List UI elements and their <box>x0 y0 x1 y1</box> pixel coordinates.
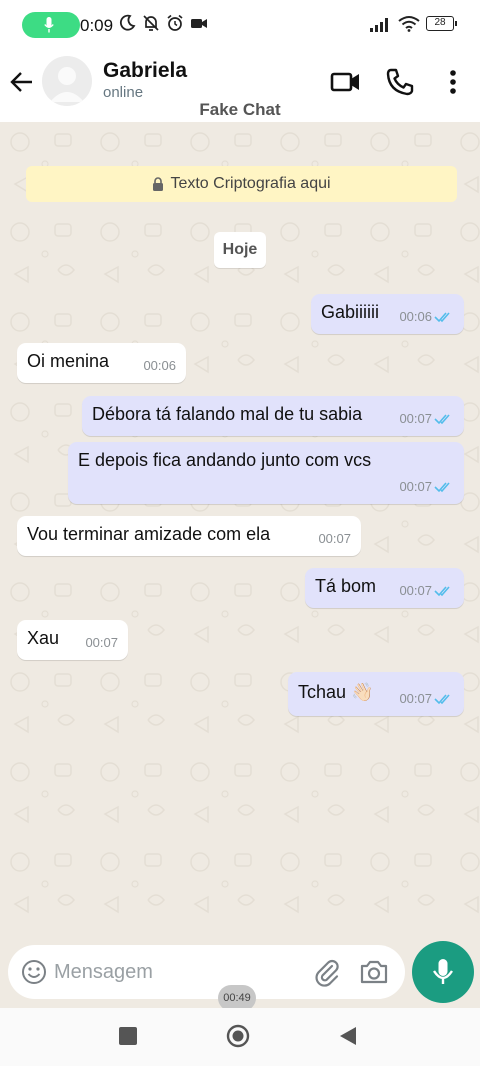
voice-message-button[interactable] <box>412 941 474 1003</box>
message-text: Gabiiiiii <box>321 302 380 322</box>
message-time: 00:06 <box>143 358 176 373</box>
message-outgoing[interactable]: E depois fica andando junto com vcs 00:0… <box>68 442 464 504</box>
chat-area[interactable]: Texto Criptografia aqui Hoje Gabiiiiii 0… <box>0 122 480 942</box>
message-incoming[interactable]: Vou terminar amizade com ela 00:07 <box>17 516 361 556</box>
double-check-read-icon <box>434 482 450 493</box>
lock-icon <box>153 177 164 191</box>
message-time: 00:07 <box>85 635 118 650</box>
back-arrow-icon[interactable] <box>8 68 36 96</box>
message-time: 00:07 <box>399 479 432 494</box>
message-time: 00:07 <box>399 583 432 598</box>
encryption-notice-text: Texto Criptografia aqui <box>170 175 331 192</box>
wifi-icon <box>398 16 420 32</box>
message-input[interactable] <box>54 959 294 985</box>
double-check-read-icon <box>434 312 450 323</box>
system-navigation-bar <box>0 1008 480 1066</box>
contact-status: online <box>103 84 144 101</box>
status-bar: 0:09 28 <box>0 0 480 50</box>
camera-icon[interactable] <box>359 958 389 986</box>
message-composer <box>8 945 405 999</box>
video-record-icon <box>191 19 207 28</box>
message-text: E depois fica andando junto com vcs <box>78 450 372 470</box>
signal-icon <box>370 17 388 32</box>
message-incoming[interactable]: Xau 00:07 <box>17 620 128 660</box>
home-button[interactable] <box>226 1024 250 1048</box>
recent-apps-button[interactable] <box>119 1027 137 1045</box>
mic-icon <box>44 17 54 33</box>
contact-name[interactable]: Gabriela <box>103 59 187 83</box>
app-title: Fake Chat <box>199 100 281 119</box>
screen-recording-indicator[interactable] <box>22 12 80 38</box>
double-check-read-icon <box>434 694 450 705</box>
message-text: Tá bom <box>315 576 377 596</box>
message-text: Débora tá falando mal de tu sabia <box>92 404 363 424</box>
message-outgoing[interactable]: Gabiiiiii 00:06 <box>311 294 464 334</box>
chat-header: Gabriela online Fake Chat <box>0 50 480 122</box>
battery-icon: 28 <box>426 16 457 31</box>
message-time: 00:07 <box>318 531 351 546</box>
message-time: 00:07 <box>399 411 432 426</box>
message-time: 00:06 <box>399 309 432 324</box>
message-outgoing[interactable]: Débora tá falando mal de tu sabia 00:07 <box>82 396 464 436</box>
message-text: Xau <box>27 628 60 648</box>
date-chip: Hoje <box>214 232 266 268</box>
moon-icon <box>119 14 136 31</box>
video-call-icon[interactable] <box>330 66 362 98</box>
message-text: Vou terminar amizade com ela <box>27 524 271 544</box>
phone-icon[interactable] <box>384 66 416 98</box>
message-outgoing[interactable]: Tchau 👋🏻 00:07 <box>288 672 464 716</box>
more-vert-icon[interactable] <box>437 66 469 98</box>
double-check-read-icon <box>434 414 450 425</box>
message-text: Oi menina <box>27 351 110 371</box>
battery-level: 28 <box>434 17 446 28</box>
avatar[interactable] <box>42 56 92 106</box>
nav-back-button[interactable] <box>337 1024 359 1048</box>
message-outgoing[interactable]: Tá bom 00:07 <box>305 568 464 608</box>
message-text: Tchau 👋🏻 <box>298 682 374 702</box>
avatar-placeholder-icon <box>42 56 92 106</box>
message-incoming[interactable]: Oi menina 00:06 <box>17 343 186 383</box>
mic-icon <box>432 959 454 984</box>
attach-icon[interactable] <box>312 957 342 987</box>
double-check-read-icon <box>434 586 450 597</box>
alarm-icon <box>167 14 183 31</box>
status-time: 0:09 <box>80 16 114 35</box>
bell-off-icon <box>143 15 159 31</box>
message-time: 00:07 <box>399 691 432 706</box>
encryption-notice[interactable]: Texto Criptografia aqui <box>26 166 457 202</box>
emoji-icon[interactable] <box>20 958 48 986</box>
